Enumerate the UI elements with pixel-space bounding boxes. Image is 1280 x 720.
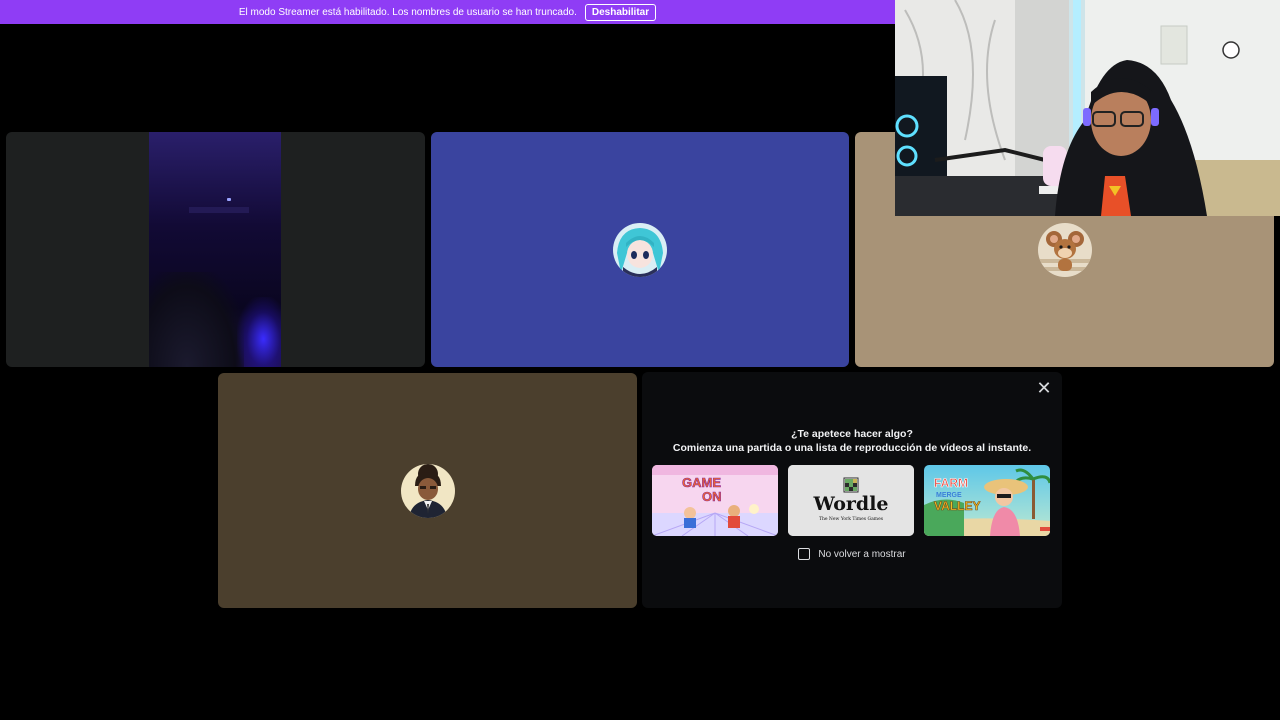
wordle-grid-icon [843,477,859,493]
farm-title-line3: VALLEY [934,499,980,513]
streamer-webcam-image [895,0,1280,216]
activity-cards: GAME ON Wordle The New York Times Games … [652,465,1052,537]
panel-title: ¿Te apetece hacer algo? [791,428,913,440]
gameon-title-line1: GAME [682,475,721,490]
video-tile-suit-avatar[interactable] [218,373,637,608]
dont-show-again-row: No volver a mostrar [642,548,1062,560]
activity-card-wordle[interactable]: Wordle The New York Times Games [788,465,914,536]
activity-card-gameon[interactable]: GAME ON [652,465,778,536]
video-tile-camera[interactable] [6,132,425,367]
activity-suggestion-panel: ✕ ¿Te apetece hacer algo? Comienza una p… [642,372,1062,608]
close-icon[interactable]: ✕ [1032,376,1056,400]
panel-subtitle: Comienza una partida o una lista de repr… [672,442,1032,454]
activity-card-farm-merge-valley[interactable]: FARM MERGE VALLEY [924,465,1050,536]
gameon-title-line2: ON [702,489,722,504]
streamer-mode-message: El modo Streamer está habilitado. Los no… [238,6,577,18]
farm-title-line1: FARM [934,476,968,490]
farm-title-line2: MERGE [936,492,962,499]
camera-video-feed [149,132,281,367]
video-tile-anime-avatar[interactable] [431,132,849,367]
dont-show-again-label: No volver a mostrar [818,548,906,560]
cartoon-man-avatar-icon [400,463,455,518]
streamer-mode-banner: El modo Streamer está habilitado. Los no… [0,0,895,24]
wordle-subtitle: The New York Times Games [819,516,884,522]
cartoon-mouse-avatar-icon [1037,222,1092,277]
dont-show-again-checkbox[interactable] [798,548,811,560]
disable-streamer-mode-button[interactable]: Deshabilitar [584,3,657,21]
streamer-webcam-overlay [895,0,1280,216]
anime-girl-avatar-icon [613,222,667,277]
wordle-title: Wordle [812,493,888,515]
